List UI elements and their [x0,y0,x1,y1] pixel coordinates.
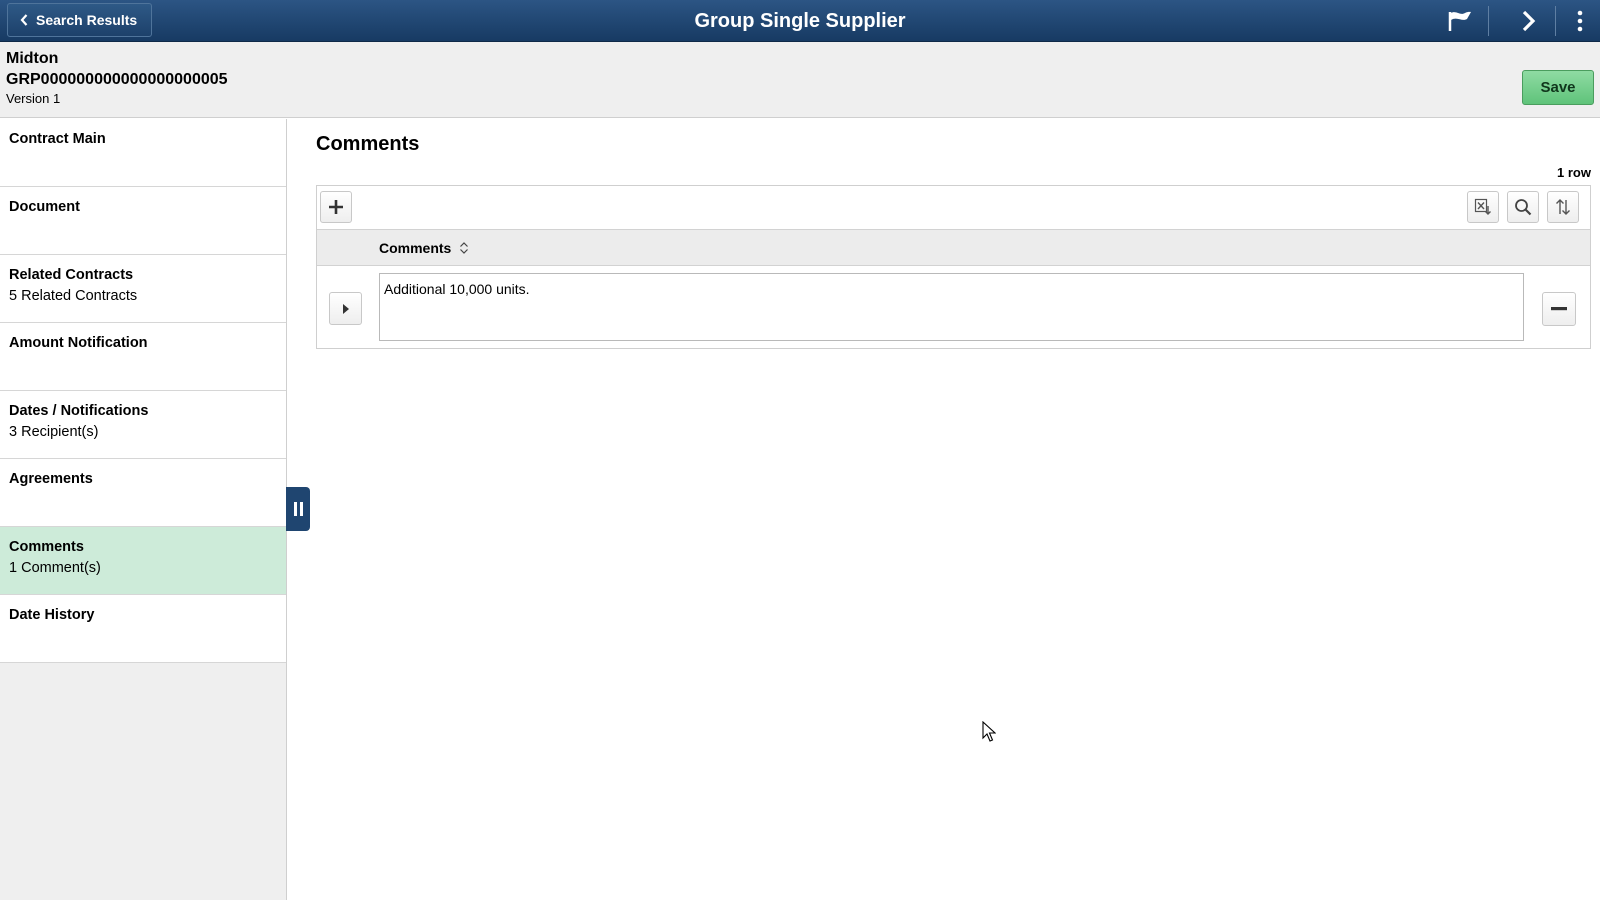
sidebar-item-amount-notification[interactable]: Amount Notification [0,323,286,391]
excel-export-icon [1474,198,1491,215]
sidebar-item-sublabel: 1 Comment(s) [9,560,101,576]
sidebar-item-label: Dates / Notifications [9,403,149,419]
sidebar-item-sublabel: 5 Related Contracts [9,288,138,304]
contract-name: Midton [6,50,59,67]
comment-text-field[interactable]: Additional 10,000 units. [379,273,1524,341]
banner-separator [1488,6,1489,36]
sort-icon [1556,199,1570,215]
search-results-back-button[interactable]: Search Results [7,3,153,37]
delete-row-button[interactable] [1542,292,1576,326]
grid-header: Comments [317,229,1590,266]
sidebar-item-label: Related Contracts [9,267,134,283]
sidebar-item-label: Date History [9,607,95,623]
mouse-cursor-icon [982,721,996,742]
sidebar-item-related-contracts[interactable]: Related Contracts 5 Related Contracts [0,255,286,323]
comments-grid: Comments Additional 10,000 units. [316,185,1591,349]
sidebar-item-label: Document [9,199,80,215]
minus-icon [1551,307,1567,311]
flag-icon[interactable] [1440,0,1480,42]
contract-version: Version 1 [6,91,61,106]
search-icon [1515,199,1532,216]
add-row-button[interactable] [320,191,352,223]
pause-bar-icon [299,502,303,516]
save-button[interactable]: Save [1522,70,1594,105]
sidebar-item-label: Comments [9,539,84,555]
search-button[interactable] [1507,191,1539,223]
sidebar-item-dates-notifications[interactable]: Dates / Notifications 3 Recipient(s) [0,391,286,459]
caret-right-icon [342,303,349,314]
top-banner: Search Results Group Single Supplier [0,0,1600,42]
sidebar-item-date-history[interactable]: Date History [0,595,286,663]
sidebar-item-document[interactable]: Document [0,187,286,255]
table-row: Additional 10,000 units. [317,266,1590,348]
sidebar-item-label: Amount Notification [9,335,148,351]
page-title: Comments [316,133,420,155]
sidebar-nav: Contract Main Document Related Contracts… [0,119,287,900]
sidebar-item-sublabel: 3 Recipient(s) [9,424,99,440]
sidebar-item-label: Agreements [9,471,93,487]
page-banner-title: Group Single Supplier [694,10,906,32]
export-excel-button[interactable] [1467,191,1499,223]
comments-column-header[interactable]: Comments [379,230,469,266]
sidebar-item-contract-main[interactable]: Contract Main [0,119,286,187]
sidebar-collapse-handle[interactable] [286,487,310,531]
sort-toggle-icon [460,242,469,254]
sidebar-item-label: Contract Main [9,131,106,147]
chevron-left-icon [20,14,28,26]
pause-bar-icon [293,502,297,516]
back-button-label: Search Results [36,12,138,28]
plus-icon [329,200,343,214]
contract-id: GRP000000000000000000005 [6,71,228,88]
row-count: 1 row [1557,165,1591,180]
contract-header: Midton GRP000000000000000000005 Version … [0,42,1600,118]
sidebar-item-agreements[interactable]: Agreements [0,459,286,527]
row-expand-button[interactable] [329,292,362,325]
column-header-label: Comments [379,240,452,256]
sidebar-item-comments[interactable]: Comments 1 Comment(s) [0,527,286,595]
banner-separator [1555,6,1556,36]
chevron-right-icon[interactable] [1513,0,1545,42]
grid-toolbar [317,186,1590,229]
kebab-menu-icon[interactable] [1565,0,1595,42]
sort-button[interactable] [1547,191,1579,223]
